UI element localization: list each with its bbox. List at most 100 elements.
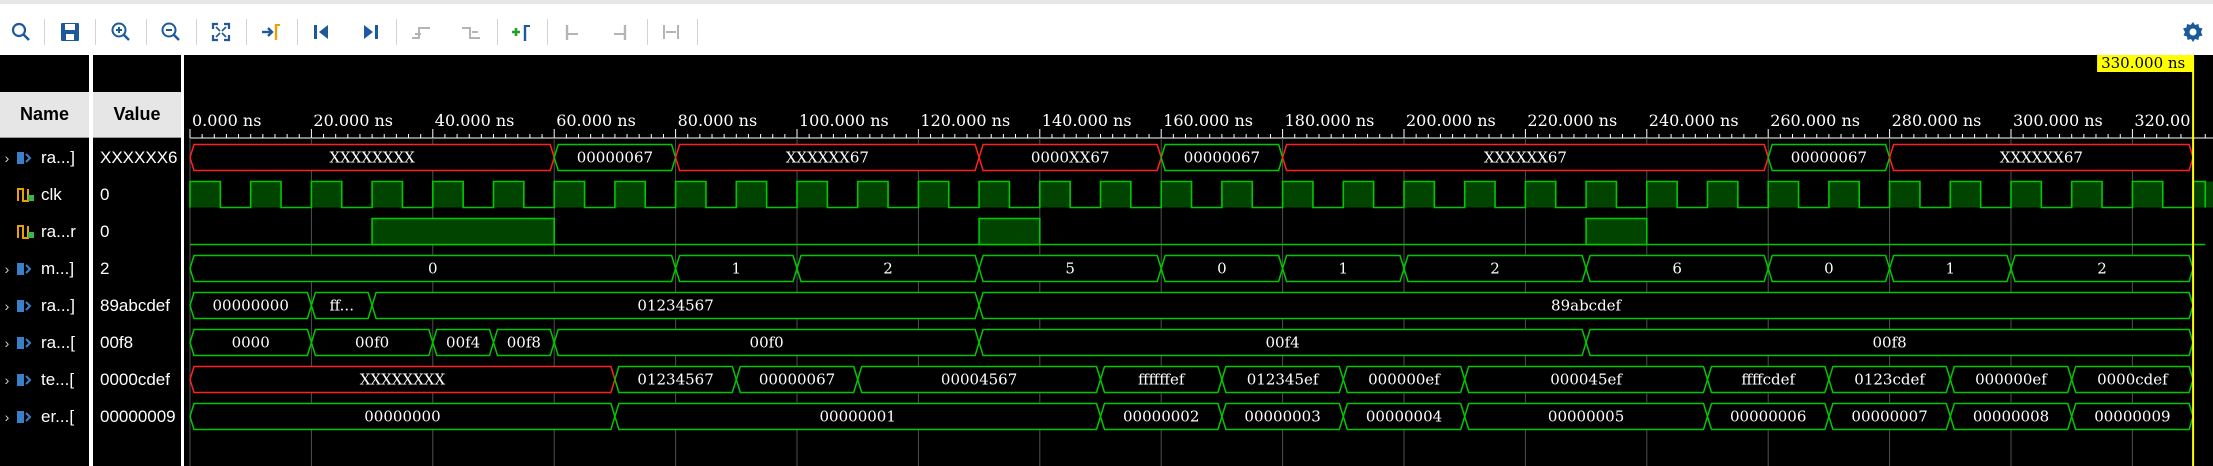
go-to-cursor-button[interactable]: [256, 18, 286, 46]
gear-icon: [2183, 22, 2203, 42]
bus-signal-icon: [17, 336, 32, 349]
ruler-tick-label: 220.000 ns: [1527, 111, 1617, 130]
bus-segment-value: XXXXXXXX: [329, 149, 415, 167]
signal-name: ra...[: [41, 332, 76, 352]
clock-high-pulse: [1464, 181, 1496, 208]
bus-segment-value: 00000067: [759, 371, 835, 389]
search-icon: [11, 22, 30, 41]
ruler-tick-label: 160.000 ns: [1163, 111, 1253, 130]
chevron-right-icon[interactable]: ›: [0, 409, 14, 425]
chevron-right-icon[interactable]: ›: [0, 372, 14, 388]
signal-row-name[interactable]: › ra...]: [0, 139, 89, 176]
bus-segment-value: 0000: [232, 334, 270, 352]
bus-segment-value: 01234567: [637, 371, 713, 389]
ruler-tick-label: 20.000 ns: [313, 111, 393, 130]
bus-segment-value: 0000XX67: [1031, 149, 1110, 167]
bus-segment-value: 00000067: [577, 149, 653, 167]
clock-high-pulse: [1161, 181, 1192, 208]
zoom-fit-button[interactable]: [206, 18, 236, 46]
go-to-time-zero-button[interactable]: [306, 18, 336, 46]
signal-value: 00000009: [100, 406, 176, 426]
signal-row-name[interactable]: › ra...[: [0, 324, 89, 361]
clock-high-pulse: [1768, 181, 1799, 208]
save-button[interactable]: [55, 18, 85, 46]
cursor-time-label: 330.000 ns: [2101, 55, 2185, 72]
clock-high-pulse: [1707, 181, 1738, 208]
bus-segment-value: 0000cdef: [2097, 371, 2169, 389]
signal-value: 0: [100, 184, 110, 204]
bus-segment-value: ffffffef: [1138, 371, 1186, 389]
go-to-last-time-icon: [364, 25, 378, 39]
swap-cursors-button[interactable]: [656, 18, 686, 46]
bus-segment-value: 0: [428, 260, 438, 278]
clock-high-pulse: [614, 181, 646, 208]
previous-transition-button[interactable]: [406, 18, 436, 46]
previous-marker-button[interactable]: [556, 18, 586, 46]
signal-row-name[interactable]: ra...r: [0, 213, 89, 250]
signal-name: m...]: [41, 258, 75, 278]
bus-segment-value: XXXXXX67: [2000, 149, 2083, 167]
bus-segment-value: 00000006: [1730, 408, 1806, 426]
settings-button[interactable]: [2178, 18, 2208, 46]
signal-value: 0000cdef: [100, 369, 170, 389]
bit-signal-icon: [17, 187, 34, 202]
signal-row-name[interactable]: › m...]: [0, 250, 89, 287]
previous-transition-icon: [412, 27, 430, 39]
bus-segment-value: 00000000: [213, 297, 289, 315]
bus-segment-value: 00000067: [1791, 149, 1867, 167]
signal-name: ra...]: [41, 147, 76, 167]
clock-high-pulse: [250, 181, 282, 208]
ruler-tick-label: 320.00: [2134, 111, 2190, 130]
signal-row-name[interactable]: › er...[: [0, 398, 89, 435]
next-transition-icon: [462, 27, 480, 39]
bus-segment-value: 00004567: [941, 371, 1017, 389]
signal-row-name[interactable]: › ra...]: [0, 287, 89, 324]
bus-segment-value: 2: [1490, 260, 1500, 278]
zoom-out-button[interactable]: [156, 18, 186, 46]
add-marker-button[interactable]: [506, 18, 536, 46]
bus-segment-value: 00000067: [1184, 149, 1260, 167]
clock-high-pulse: [554, 181, 585, 208]
bus-segment-value: 1: [1946, 260, 1956, 278]
bit-high-pulse: [1585, 217, 1648, 246]
signal-name: ra...r: [41, 221, 76, 241]
clock-high-pulse: [2011, 181, 2042, 208]
bit-high-pulse: [978, 217, 1041, 246]
chevron-right-icon[interactable]: ›: [0, 150, 14, 166]
ruler-tick-label: 180.000 ns: [1285, 111, 1375, 130]
signal-name: te...[: [41, 369, 75, 389]
clock-high-pulse: [1221, 181, 1253, 208]
toolbar: [0, 0, 2213, 55]
bus-segment-value: 00000005: [1548, 408, 1624, 426]
clock-high-pulse: [918, 181, 949, 208]
signal-name: ra...]: [41, 295, 76, 315]
ruler-tick-label: 200.000 ns: [1406, 111, 1496, 130]
clock-high-pulse: [736, 181, 767, 208]
bus-segment-value: XXXXXXXX: [360, 371, 446, 389]
bus-segment-value: XXXXXX67: [786, 149, 869, 167]
clock-high-pulse: [1950, 181, 1981, 208]
previous-marker-icon: [565, 25, 578, 40]
waveform-canvas[interactable]: 0.000 ns 20.000 ns 40.000 ns 60.000 ns 80.00…: [187, 55, 2213, 466]
next-marker-icon: [614, 25, 627, 40]
signal-row-name[interactable]: › te...[: [0, 361, 89, 398]
chevron-right-icon[interactable]: ›: [0, 335, 14, 351]
chevron-right-icon[interactable]: ›: [0, 261, 14, 277]
go-to-cursor-icon: [262, 24, 280, 40]
go-to-last-time-button[interactable]: [356, 18, 386, 46]
ruler-tick-label: 280.000 ns: [1892, 111, 1982, 130]
bus-segment-value: 01234567: [637, 297, 713, 315]
value-column-header[interactable]: Value: [93, 92, 181, 138]
next-transition-button[interactable]: [456, 18, 486, 46]
clock-high-pulse: [857, 181, 889, 208]
ruler-tick-label: 60.000 ns: [556, 111, 636, 130]
signal-row-name[interactable]: clk: [0, 176, 89, 213]
clock-high-pulse: [432, 181, 464, 208]
ruler-tick-label: 240.000 ns: [1649, 111, 1739, 130]
next-marker-button[interactable]: [606, 18, 636, 46]
search-button[interactable]: [6, 18, 36, 46]
name-column-header[interactable]: Name: [0, 92, 89, 138]
chevron-right-icon[interactable]: ›: [0, 298, 14, 314]
bus-segment-value: 00000009: [2094, 408, 2170, 426]
zoom-in-button[interactable]: [106, 18, 136, 46]
